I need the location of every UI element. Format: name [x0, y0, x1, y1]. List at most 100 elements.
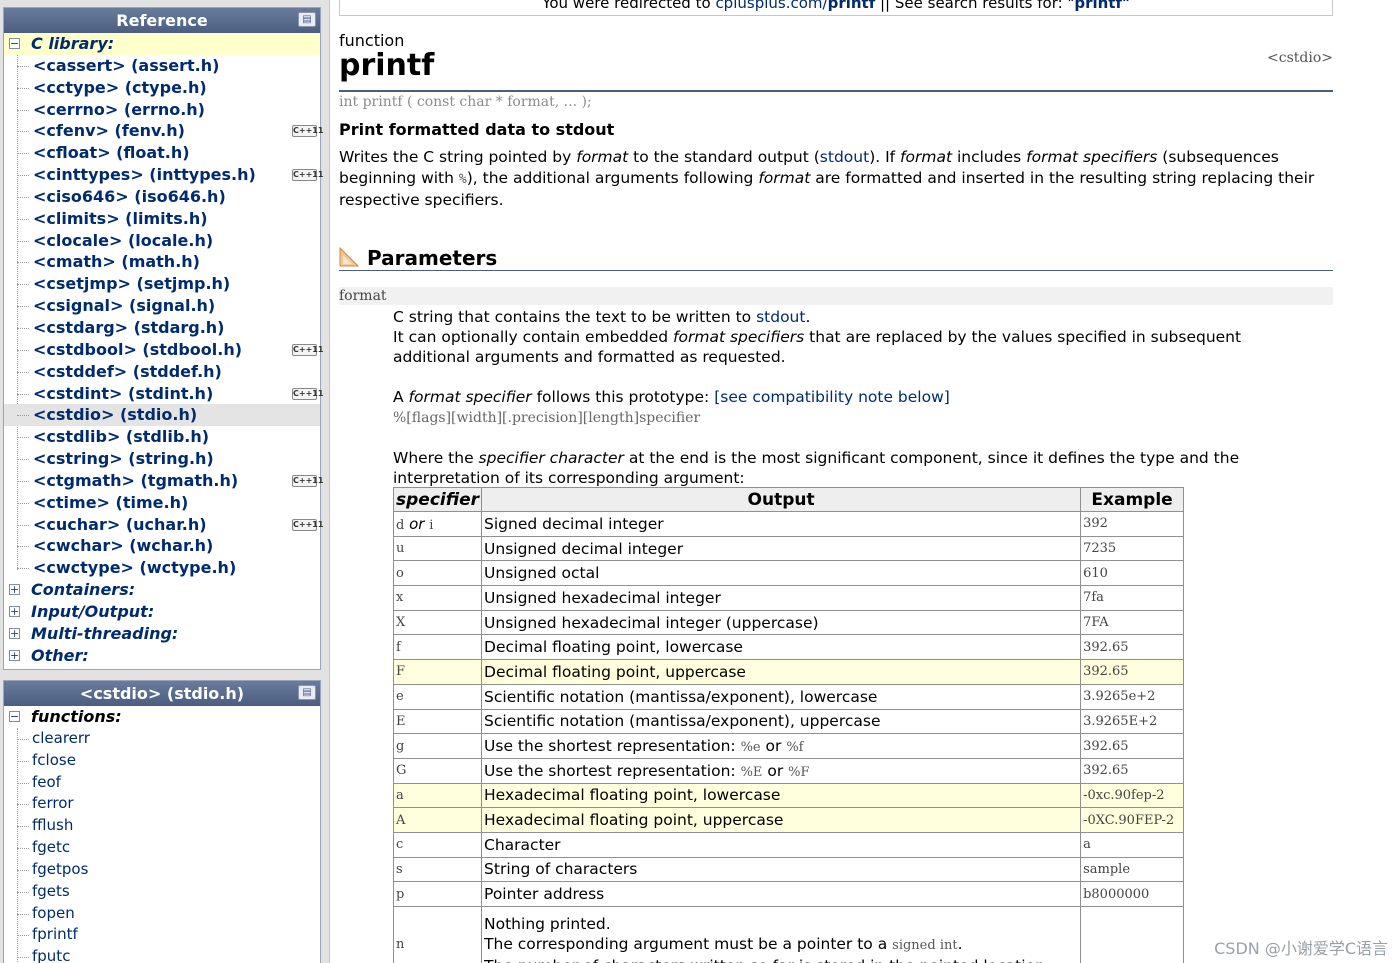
- specifier-code: c: [396, 837, 404, 853]
- sidebar-item-label: <cfenv> (fenv.h): [33, 121, 185, 141]
- sidebar-item-function[interactable]: fopen: [4, 903, 320, 925]
- example-cell: [1080, 906, 1184, 963]
- output-cell: Use the shortest representation: %e or %…: [481, 733, 1082, 759]
- output-cell: Pointer address: [481, 881, 1082, 907]
- specifier-code: s: [396, 861, 403, 877]
- example-cell: 392: [1080, 511, 1184, 537]
- sidebar-item-header[interactable]: <climits> (limits.h): [4, 208, 320, 230]
- sidebar-item-header[interactable]: <cmath> (math.h): [4, 251, 320, 273]
- sidebar-item-header[interactable]: <cstdlib> (stdlib.h): [4, 426, 320, 448]
- output-cell: Scientific notation (mantissa/exponent),…: [481, 683, 1082, 710]
- sidebar-item-header[interactable]: <cassert> (assert.h): [4, 55, 320, 77]
- sidebar-item-function[interactable]: fprintf: [4, 924, 320, 946]
- sidebar-item-label: <cstdarg> (stdarg.h): [33, 317, 225, 337]
- sidebar-item-header[interactable]: <cstdint> (stdint.h) C++11: [4, 383, 324, 405]
- sidebar-item-label: <cstdio> (stdio.h): [33, 405, 198, 425]
- sidebar-item-header[interactable]: <csignal> (signal.h): [4, 295, 320, 317]
- sidebar-item-function[interactable]: fputc: [4, 946, 320, 963]
- sidebar-item-header[interactable]: <ctgmath> (tgmath.h) C++11: [4, 470, 323, 492]
- stdout-link[interactable]: stdout: [820, 148, 869, 166]
- sidebar-item-function[interactable]: fgets: [4, 881, 320, 903]
- table-header-row: specifier Output Example: [392, 487, 1184, 512]
- header-reference[interactable]: <cstdio>: [1267, 50, 1333, 66]
- category-label: Multi-threading:: [31, 623, 179, 643]
- sidebar-item-header[interactable]: <cstdio> (stdio.h): [4, 404, 320, 427]
- description: Writes the C string pointed by format to…: [339, 148, 1315, 209]
- output-code: %f: [786, 740, 804, 756]
- specifier-code: A: [396, 812, 406, 828]
- expand-icon[interactable]: +: [9, 605, 20, 617]
- cpp11-badge-icon: C++11: [292, 518, 324, 531]
- sidebar-item-function[interactable]: ferror: [4, 793, 320, 815]
- example-cell: 7235: [1080, 535, 1184, 562]
- example-cell: a: [1080, 831, 1184, 858]
- sidebar-item-header[interactable]: <cstdbool> (stdbool.h) C++11: [4, 339, 323, 361]
- redirect-site-link[interactable]: cplusplus.com/printf: [715, 0, 875, 12]
- sidebar-item-header[interactable]: <csetjmp> (setjmp.h): [4, 273, 320, 295]
- reference-tree: − C library: <cassert> (assert.h) <cctype…: [4, 33, 324, 667]
- category-label: C library:: [31, 34, 115, 53]
- category-label: functions:: [31, 707, 122, 726]
- stdout-link[interactable]: stdout: [756, 308, 805, 326]
- sidebar-item-header[interactable]: <clocale> (locale.h): [4, 230, 320, 252]
- output-cell: Decimal floating point, uppercase: [481, 659, 1082, 685]
- sidebar-item-header[interactable]: <cstring> (string.h): [4, 448, 320, 470]
- output-cell: String of characters: [481, 856, 1082, 883]
- table-row: x Unsigned hexadecimal integer 7fa: [392, 585, 1184, 611]
- expand-icon[interactable]: +: [9, 627, 20, 639]
- sidebar-item-label: <cfloat> (float.h): [33, 143, 190, 163]
- specifier-cell: a: [392, 782, 483, 809]
- cpp11-badge-icon: C++11: [292, 387, 324, 400]
- sidebar-item-function[interactable]: feof: [4, 772, 320, 794]
- cpp11-badge-icon: C++11: [292, 125, 324, 138]
- sidebar-item-header[interactable]: <cstddef> (stddef.h): [4, 361, 320, 383]
- table-row: g Use the shortest representation: %e or …: [392, 733, 1184, 759]
- specifier-cell: c: [392, 831, 483, 858]
- sidebar-item-header[interactable]: <cctype> (ctype.h): [4, 77, 320, 99]
- sidebar-item-header[interactable]: <cuchar> (uchar.h) C++11: [4, 514, 324, 536]
- category-collapsed[interactable]: + Input/Output:: [4, 601, 320, 623]
- collapse-panel-icon[interactable]: ▤: [298, 12, 316, 27]
- sidebar-item-header[interactable]: <ctime> (time.h): [4, 492, 320, 514]
- sidebar-item-label: <cwchar> (wchar.h): [33, 536, 214, 556]
- collapse-icon[interactable]: −: [9, 38, 20, 49]
- redirect-prefix: You were redirected to: [542, 0, 711, 12]
- search-prefix: See search results for: ": [894, 0, 1075, 12]
- category-c-library[interactable]: − C library:: [4, 33, 320, 55]
- sidebar-item-label: <cstdlib> (stdlib.h): [33, 427, 210, 447]
- collapse-icon[interactable]: −: [9, 711, 20, 722]
- sidebar-item-function[interactable]: fclose: [4, 750, 320, 772]
- cstdio-panel-title: <cstdio> (stdio.h): [79, 684, 245, 703]
- example-cell: 7FA: [1080, 609, 1184, 636]
- compatibility-note-link[interactable]: [see compatibility note below]: [714, 388, 950, 406]
- sidebar-item-header[interactable]: <cfloat> (float.h): [4, 142, 320, 164]
- category-functions[interactable]: − functions:: [4, 706, 320, 728]
- example-cell: b8000000: [1080, 881, 1184, 907]
- specifier-code: p: [396, 886, 405, 902]
- sidebar-item-header[interactable]: <cerrno> (errno.h): [4, 99, 320, 121]
- collapse-panel-icon[interactable]: ▤: [298, 685, 316, 700]
- search-term-link[interactable]: printf: [1074, 0, 1122, 12]
- sidebar-item-header[interactable]: <ciso646> (iso646.h): [4, 186, 320, 208]
- category-collapsed[interactable]: + Containers:: [4, 579, 320, 601]
- sidebar-item-function[interactable]: fgetc: [4, 837, 320, 859]
- sidebar-item-header[interactable]: <cwctype> (wctype.h): [4, 557, 320, 579]
- specifier-code: u: [396, 541, 405, 557]
- sidebar-item-header[interactable]: <cfenv> (fenv.h) C++11: [4, 120, 324, 142]
- specifier-code: a: [396, 787, 404, 803]
- output-cell: Unsigned hexadecimal integer: [481, 585, 1082, 611]
- sidebar-item-header[interactable]: <cwchar> (wchar.h): [4, 535, 320, 557]
- sidebar-item-function[interactable]: clearerr: [4, 728, 320, 750]
- expand-icon[interactable]: +: [9, 584, 20, 596]
- expand-icon[interactable]: +: [9, 649, 20, 661]
- example-cell: 392.65: [1080, 733, 1184, 759]
- example-cell: -0xc.90fep-2: [1080, 782, 1184, 809]
- sidebar-item-function[interactable]: fgetpos: [4, 859, 320, 881]
- category-collapsed[interactable]: + Other:: [4, 645, 320, 667]
- sidebar-item-header[interactable]: <cinttypes> (inttypes.h) C++11: [4, 164, 323, 186]
- sidebar-item-header[interactable]: <cstdarg> (stdarg.h): [4, 317, 320, 339]
- output-or: or: [762, 761, 789, 780]
- table-row: F Decimal floating point, uppercase 392.65: [392, 659, 1184, 685]
- sidebar-item-function[interactable]: fflush: [4, 815, 320, 837]
- category-collapsed[interactable]: + Multi-threading:: [4, 623, 320, 645]
